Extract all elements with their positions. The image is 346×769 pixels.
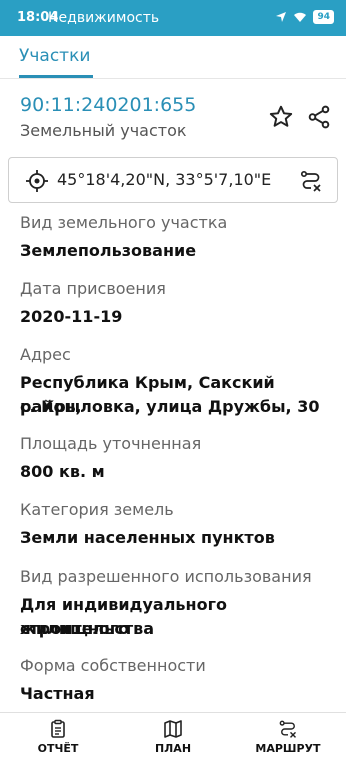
tab-parcels[interactable]: Участки: [19, 46, 90, 66]
system-icons: 94: [275, 10, 334, 24]
coordinates-text: 45°18'4,20"N, 33°5'7,10"E: [57, 170, 272, 189]
address-value-line2: с. Крыловка, улица Дружбы, 30: [20, 397, 320, 416]
tab-indicator: [19, 75, 93, 78]
coordinates-bar[interactable]: 45°18'4,20"N, 33°5'7,10"E: [8, 157, 338, 203]
battery-icon: 94: [313, 10, 334, 24]
permitted-use-value-line2: строительства: [20, 619, 155, 638]
ownership-label: Форма собственности: [20, 656, 206, 675]
status-bar: 18:04 Недвижимость 94: [0, 0, 346, 36]
address-label: Адрес: [20, 345, 71, 364]
wifi-icon: [294, 12, 307, 22]
land-category-label: Категория земель: [20, 500, 174, 519]
bottom-navigation: ОТЧЁТ ПЛАН МАРШРУТ: [0, 712, 346, 769]
report-icon: [51, 719, 65, 738]
assignment-date-value: 2020-11-19: [20, 307, 123, 326]
nav-route-button[interactable]: МАРШРУТ: [238, 713, 338, 769]
cadastral-number[interactable]: 90:11:240201:655: [20, 94, 196, 116]
land-type-label: Вид земельного участка: [20, 213, 228, 232]
map-icon: [164, 720, 182, 738]
assignment-date-label: Дата присвоения: [20, 279, 166, 298]
favorite-star-icon[interactable]: [268, 104, 294, 130]
ownership-value: Частная: [20, 684, 95, 703]
area-label: Площадь уточненная: [20, 434, 202, 453]
permitted-use-label: Вид разрешенного использования: [20, 567, 312, 586]
share-icon[interactable]: [306, 104, 332, 130]
object-type: Земельный участок: [20, 121, 187, 140]
route-icon: [279, 720, 297, 738]
nav-route-label: МАРШРУТ: [255, 742, 321, 755]
route-icon[interactable]: [299, 169, 323, 193]
tab-bar: Участки: [0, 36, 346, 79]
nav-report-button[interactable]: ОТЧЁТ: [8, 713, 108, 769]
location-icon: [276, 12, 287, 22]
area-value: 800 кв. м: [20, 462, 105, 481]
land-category-value: Земли населенных пунктов: [20, 528, 275, 547]
status-app-name: Недвижимость: [48, 10, 160, 26]
target-location-icon[interactable]: [25, 169, 49, 193]
nav-plan-button[interactable]: ПЛАН: [123, 713, 223, 769]
land-type-value: Землепользование: [20, 241, 197, 260]
nav-plan-label: ПЛАН: [154, 742, 192, 755]
nav-report-label: ОТЧЁТ: [37, 742, 79, 755]
